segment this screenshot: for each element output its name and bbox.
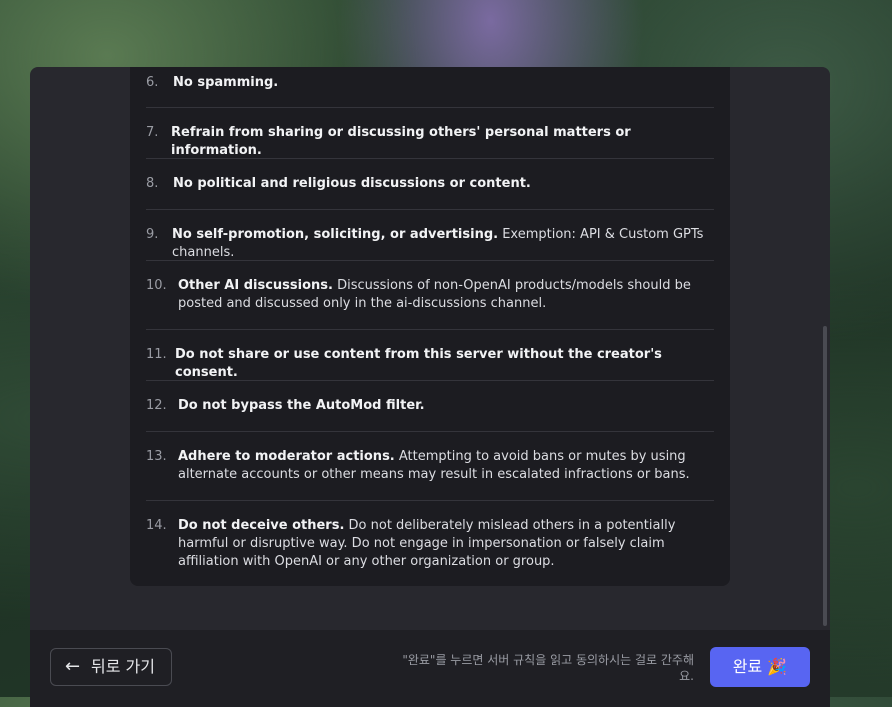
rule-item-11: 11. Do not share or use content from thi… — [146, 330, 714, 381]
rule-number: 10. — [146, 278, 167, 293]
rule-title: No political and religious discussions o… — [173, 176, 531, 191]
rule-text: Do not deceive others. Do not deliberate… — [178, 517, 706, 571]
rule-title: Do not deceive others. — [178, 518, 345, 533]
rule-number: 7. — [146, 125, 159, 140]
rule-title: Other AI discussions. — [178, 278, 333, 293]
scrollbar-thumb[interactable] — [823, 326, 827, 626]
rule-item-13: 13. Adhere to moderator actions. Attempt… — [146, 432, 714, 501]
rule-number: 12. — [146, 398, 167, 413]
rule-number: 13. — [146, 449, 167, 464]
rule-number: 9. — [146, 227, 159, 242]
rule-title: No self-promotion, soliciting, or advert… — [172, 227, 499, 242]
rule-item-14: 14. Do not deceive others. Do not delibe… — [146, 501, 714, 586]
rule-item-10: 10. Other AI discussions. Discussions of… — [146, 261, 714, 330]
arrow-left-icon: ← — [65, 656, 81, 677]
rule-item-12: 12. Do not bypass the AutoMod filter. — [146, 381, 714, 432]
rule-text: Adhere to moderator actions. Attempting … — [178, 448, 706, 484]
rule-title: No spamming. — [173, 75, 279, 90]
rule-text: No self-promotion, soliciting, or advert… — [172, 226, 706, 262]
rule-title: Do not share or use content from this se… — [175, 347, 662, 380]
rule-text: Refrain from sharing or discussing other… — [171, 124, 706, 160]
rule-text: Do not share or use content from this se… — [175, 346, 706, 382]
rule-item-6: 6. No spamming. — [146, 67, 714, 108]
back-button[interactable]: ← 뒤로 가기 — [50, 648, 172, 686]
done-button[interactable]: 완료 🎉 — [710, 647, 810, 687]
rule-text: Do not bypass the AutoMod filter. — [178, 397, 706, 415]
rule-title: Do not bypass the AutoMod filter. — [178, 398, 425, 413]
back-button-label: 뒤로 가기 — [91, 657, 155, 676]
rule-item-8: 8. No political and religious discussion… — [146, 159, 714, 210]
rule-title: Refrain from sharing or discussing other… — [171, 125, 631, 158]
rule-number: 11. — [146, 347, 167, 362]
rule-number: 8. — [146, 176, 159, 191]
rule-text: No spamming. — [173, 74, 706, 92]
rule-text: No political and religious discussions o… — [173, 175, 706, 193]
rules-list: 6. No spamming. 7. Refrain from sharing … — [130, 67, 730, 586]
rule-item-9: 9. No self-promotion, soliciting, or adv… — [146, 210, 714, 261]
rule-item-7: 7. Refrain from sharing or discussing ot… — [146, 108, 714, 159]
rule-number: 6. — [146, 75, 159, 90]
rule-text: Other AI discussions. Discussions of non… — [178, 277, 706, 313]
rule-number: 14. — [146, 518, 167, 533]
rules-modal: 6. No spamming. 7. Refrain from sharing … — [30, 67, 830, 707]
agreement-hint: "완료"를 누르면 서버 규칙을 읽고 동의하시는 걸로 간주해요. — [402, 653, 694, 683]
rule-title: Adhere to moderator actions. — [178, 449, 395, 464]
modal-footer: ← 뒤로 가기 "완료"를 누르면 서버 규칙을 읽고 동의하시는 걸로 간주해… — [30, 630, 830, 707]
